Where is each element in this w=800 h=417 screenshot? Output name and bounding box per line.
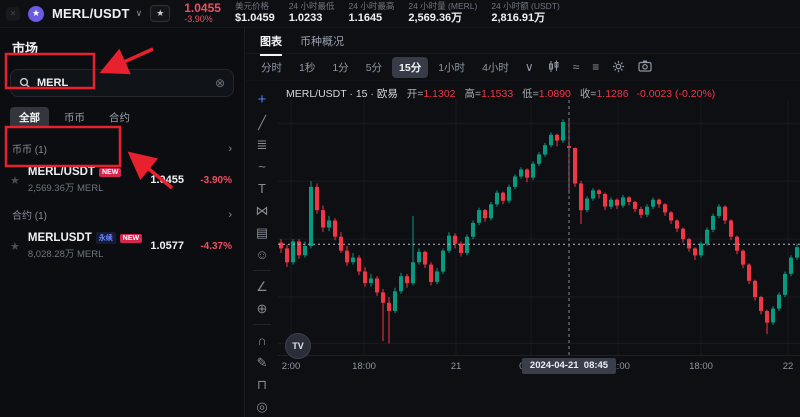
tradingview-logo[interactable]: TV [285,333,311,359]
toolbar-divider [253,324,271,325]
stat-24h-turnover: 24 小时额 (USDT) 2,816.91万 [491,2,559,24]
legend-low: 1.0890 [539,88,571,100]
time-axis[interactable]: 2024-04-21 08:45 2:0018:002106:0012:0018… [278,355,800,375]
row-star-icon[interactable]: ★ [10,174,20,187]
ohlc-legend: MERL/USDT · 15 · 欧易 开=1.1302 高=1.1533 低=… [286,86,715,101]
stat-24h-high: 24 小时最高 1.1645 [349,2,395,24]
stat-24h-low: 24 小时最低 1.0233 [289,2,335,24]
tab-contract[interactable]: 合约 [100,107,139,128]
interval-group: 分时1秒1分5分15分1小时4小时 [254,57,516,78]
indicators-icon[interactable]: ≈ [573,61,580,73]
fib-retracement-icon[interactable]: ≣ [257,138,268,151]
chart-pane: 图表 币种概况 分时1秒1分5分15分1小时4小时 ∨ ≈ ≡ + ╱ ≣ ~ T ⋈ ▤ ☺ ∠ ⊕… [246,28,800,417]
last-price-block: 1.0455 -3.90% [184,2,221,24]
price-change: -3.90% [184,15,221,24]
interval-4小时[interactable]: 4小时 [475,57,516,78]
chevron-right-icon: › [228,143,232,155]
market-row-contract[interactable]: ★ MERLUSDT 永续 NEW 8,028.28万 MERL 1.0577 … [0,226,244,266]
xabcd-pattern-icon[interactable]: ⋈ [256,204,269,217]
camera-icon[interactable] [638,60,652,74]
interval-1秒[interactable]: 1秒 [292,57,322,78]
interval-1分[interactable]: 1分 [325,57,355,78]
chart-toolbar: 分时1秒1分5分15分1小时4小时 ∨ ≈ ≡ [246,54,800,81]
market-sidebar: 市场 ⊗ 全部 币币 合约 币币 (1) › ★ MERL/USDT NEW [0,28,245,417]
sidebar-title: 市场 [0,28,244,61]
chevron-right-icon: › [228,209,232,221]
clear-search-icon[interactable]: ⊗ [215,76,225,90]
drawing-toolbar: + ╱ ≣ ~ T ⋈ ▤ ☺ ∠ ⊕ ∩ ✎ ⊓ ◎ [246,82,278,417]
magnet-icon[interactable]: ∩ [257,334,266,347]
trading-app: ✕ ★ MERL/USDT ∨ ★ 1.0455 -3.90% 美元价格 $1.… [0,0,800,417]
row-volume: 2,569.36万 MERL [28,180,121,194]
star-icon: ★ [156,8,164,19]
settings-icon[interactable] [612,60,625,75]
chart-tabs: 图表 币种概况 [246,28,800,54]
section-header-spot[interactable]: 币币 (1) › [0,134,244,160]
time-axis-label: 22 [783,361,794,372]
interval-1小时[interactable]: 1小时 [431,57,472,78]
row-pair-name: MERL/USDT [28,166,95,178]
time-axis-label: 18:00 [352,361,376,372]
pair-name[interactable]: MERL/USDT [52,6,130,21]
stat-24h-volume: 24 小时量 (MERL) 2,569.36万 [408,2,477,24]
row-pair-name: MERLUSDT [28,232,92,244]
section-header-contract[interactable]: 合约 (1) › [0,200,244,226]
interval-5分[interactable]: 5分 [359,57,389,78]
legend-symbol: MERL/USDT · 15 · 欧易 [286,88,398,100]
draw-mode-icon[interactable]: ✎ [257,356,268,369]
text-tool-icon[interactable]: T [258,182,266,195]
row-change: -4.37% [184,241,232,252]
row-price: 1.0577 [150,240,184,252]
favorite-button[interactable]: ★ [150,5,170,22]
row-price: 1.0455 [150,174,184,186]
tab-spot[interactable]: 币币 [55,107,94,128]
legend-change: -0.0023 (-0.20%) [637,88,716,100]
layout-lines-icon[interactable]: ≡ [592,61,599,73]
toolbar-divider [253,270,271,271]
interval-15分[interactable]: 15分 [392,57,428,78]
row-change: -3.90% [184,175,232,186]
trendline-icon[interactable]: ╱ [258,116,266,129]
tab-chart[interactable]: 图表 [260,33,282,49]
tab-all[interactable]: 全部 [10,107,49,128]
search-input[interactable] [37,77,209,89]
ruler-icon[interactable]: ∠ [256,280,268,293]
legend-high: 1.1533 [481,88,513,100]
crosshair-icon[interactable]: + [258,92,267,107]
chart-body: + ╱ ≣ ~ T ⋈ ▤ ☺ ∠ ⊕ ∩ ✎ ⊓ ◎ MERL/USDT · 15 · 欧易 开=1.1… [246,82,800,417]
row-star-icon[interactable]: ★ [10,240,20,253]
tab-coin-overview[interactable]: 币种概况 [300,33,344,49]
new-badge: NEW [99,168,121,177]
time-axis-label: 21 [451,361,462,372]
lock-icon[interactable]: ⊓ [257,378,267,391]
candle-type-icon[interactable] [547,60,560,75]
interval-分时[interactable]: 分时 [254,57,289,78]
zoom-in-icon[interactable]: ⊕ [257,302,268,315]
chart-plot[interactable]: MERL/USDT · 15 · 欧易 开=1.1302 高=1.1533 低=… [278,82,800,417]
emoji-icon[interactable]: ☺ [255,248,268,261]
row-volume: 8,028.28万 MERL [28,246,142,260]
market-filter-tabs: 全部 币币 合约 [0,103,244,134]
brush-icon[interactable]: ~ [258,160,266,173]
coin-logo-icon: ★ [28,6,44,22]
search-box[interactable]: ⊗ [10,69,234,97]
time-axis-label: 2:00 [282,361,301,372]
position-tool-icon[interactable]: ▤ [256,226,268,239]
pair-dropdown-icon[interactable]: ∨ [136,8,143,19]
candlestick-chart[interactable] [278,100,800,355]
perpetual-badge: 永续 [96,232,116,244]
stat-usd-price: 美元价格 $1.0459 [235,2,275,24]
crosshair-date-tooltip: 2024-04-21 08:45 [522,358,616,374]
time-axis-label: 18:00 [689,361,713,372]
app-logo-icon: ✕ [6,7,20,21]
legend-open: 1.1302 [423,88,455,100]
new-badge: NEW [120,234,142,243]
search-icon [19,77,31,89]
legend-close: 1.1286 [596,88,628,100]
interval-dropdown-icon[interactable]: ∨ [525,61,534,73]
toolbar-icon-group: ∨ ≈ ≡ [525,60,652,75]
ticker-bar: ✕ ★ MERL/USDT ∨ ★ 1.0455 -3.90% 美元价格 $1.… [0,0,800,28]
market-row-spot[interactable]: ★ MERL/USDT NEW 2,569.36万 MERL 1.0455 -3… [0,160,244,200]
eye-icon[interactable]: ◎ [256,400,267,413]
